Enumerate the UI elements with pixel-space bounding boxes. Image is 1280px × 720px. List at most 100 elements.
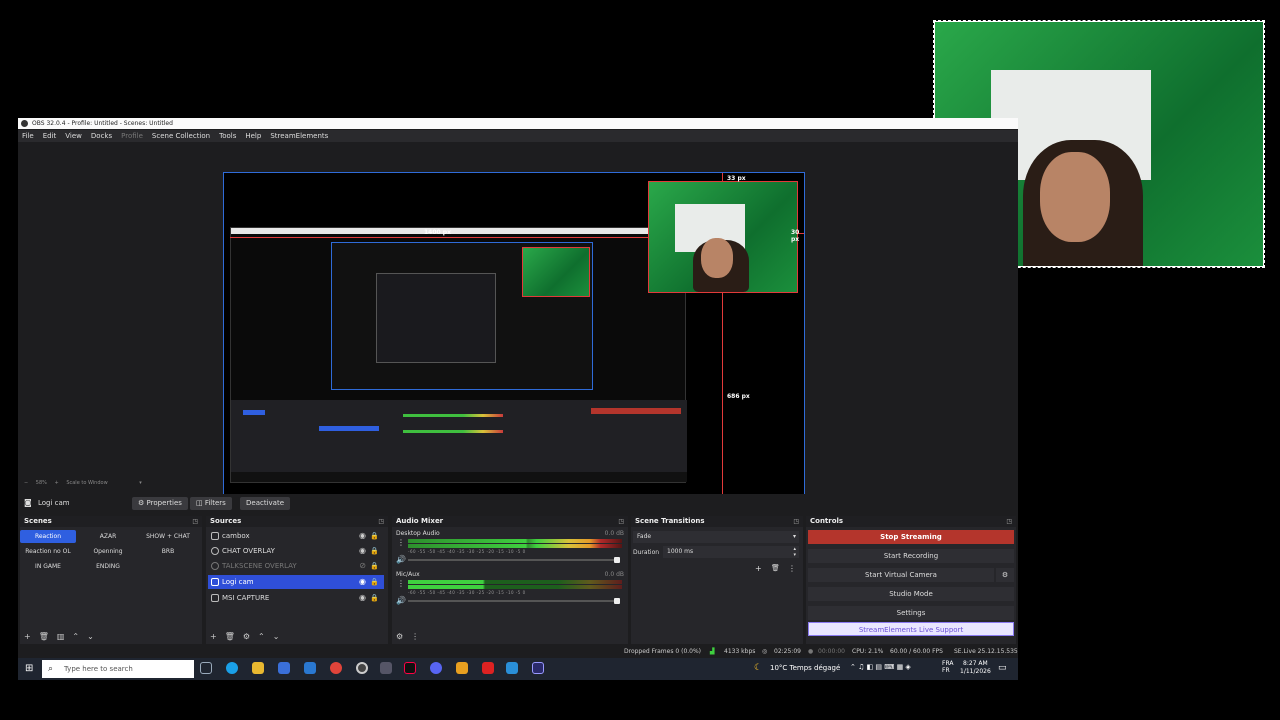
eye-hidden-icon[interactable]: ⊘ <box>359 559 366 573</box>
duration-input[interactable]: 1000 ms ▴ ▾ <box>663 546 799 558</box>
source-chat-overlay[interactable]: CHAT OVERLAY ◉ 🔒 <box>208 544 384 558</box>
scene-azar[interactable]: AZAR <box>80 530 136 543</box>
speaker-icon[interactable]: 🔊 <box>396 596 406 605</box>
filters-button[interactable]: ◫ Filters <box>190 497 232 510</box>
chrome-icon[interactable] <box>330 662 342 674</box>
lock-icon[interactable]: 🔒 <box>370 591 379 605</box>
scene-openning[interactable]: Openning <box>80 545 136 558</box>
file-explorer-icon[interactable] <box>252 662 264 674</box>
streamelements-support-button[interactable]: StreamElements Live Support <box>808 622 1014 636</box>
properties-button[interactable]: ⚙ Properties <box>132 497 188 510</box>
trash-icon[interactable]: 🗑 <box>225 632 235 641</box>
lock-icon[interactable]: 🔒 <box>370 575 379 589</box>
clock[interactable]: 8:27 AM 1/11/2026 <box>960 660 991 676</box>
trash-icon[interactable]: 🗑 <box>39 632 49 641</box>
menu-file[interactable]: File <box>22 130 34 142</box>
mail-icon[interactable] <box>304 662 316 674</box>
obs-icon[interactable] <box>356 662 368 674</box>
preview-canvas[interactable]: 1400 px 33 px 30 px 686 px <box>223 172 805 500</box>
logi-cam-source[interactable] <box>648 181 798 293</box>
taskbar-search[interactable]: ⌕ Type here to search <box>42 660 194 678</box>
gear-icon[interactable]: ⚙ <box>243 632 250 641</box>
app-icon[interactable] <box>380 662 392 674</box>
scene-in-game[interactable]: IN GAME <box>20 560 76 573</box>
eye-icon[interactable]: ◉ <box>359 591 366 605</box>
start-virtual-camera-button[interactable]: Start Virtual Camera <box>808 568 994 582</box>
mixer-settings-icon[interactable]: ⚙ <box>396 632 403 641</box>
remove-transition-icon[interactable]: 🗑 <box>771 564 780 572</box>
app-icon[interactable] <box>506 662 518 674</box>
scene-show-chat[interactable]: SHOW + CHAT <box>140 530 196 543</box>
menu-dots-icon[interactable]: ⋮ <box>411 632 419 641</box>
scene-reaction-no-ol[interactable]: Reaction no OL <box>20 545 76 558</box>
menu-profile[interactable]: Profile <box>121 130 143 142</box>
undock-icon[interactable]: ◳ <box>618 516 624 527</box>
tiktok-icon[interactable] <box>404 662 416 674</box>
speaker-icon[interactable]: 🔊 <box>396 555 406 564</box>
source-logi-cam[interactable]: Logi cam ◉ 🔒 <box>208 575 384 589</box>
add-icon[interactable]: + <box>210 632 217 641</box>
spinner-icon[interactable]: ▴ ▾ <box>793 546 796 558</box>
undock-icon[interactable]: ◳ <box>1006 516 1012 527</box>
start-recording-button[interactable]: Start Recording <box>808 549 1014 563</box>
menu-tools[interactable]: Tools <box>219 130 236 142</box>
after-effects-icon[interactable] <box>532 662 544 674</box>
menu-dots-icon[interactable]: ⋮ <box>397 538 405 547</box>
eye-icon[interactable]: ◉ <box>359 529 366 543</box>
undock-icon[interactable]: ◳ <box>192 516 198 527</box>
lang-indicator[interactable]: FRA FR <box>942 660 953 674</box>
stop-streaming-button[interactable]: Stop Streaming <box>808 530 1014 544</box>
menu-docks[interactable]: Docks <box>91 130 112 142</box>
undock-icon[interactable]: ◳ <box>793 516 799 527</box>
slider-knob[interactable] <box>614 598 620 604</box>
edge-icon[interactable] <box>226 662 238 674</box>
menu-view[interactable]: View <box>65 130 82 142</box>
down-icon[interactable]: ⌄ <box>273 632 280 641</box>
settings-button[interactable]: Settings <box>808 606 1014 620</box>
scene-ending[interactable]: ENDING <box>80 560 136 573</box>
zoom-in-icon[interactable]: + <box>55 480 59 486</box>
source-msi-capture[interactable]: MSI CAPTURE ◉ 🔒 <box>208 591 384 605</box>
menu-dots-icon[interactable]: ⋮ <box>788 564 796 573</box>
scale-to-window[interactable]: Scale to Window <box>66 480 107 486</box>
menu-edit[interactable]: Edit <box>43 130 57 142</box>
scale-dropdown-icon[interactable]: ▾ <box>139 480 142 486</box>
up-icon[interactable]: ⌃ <box>72 632 79 641</box>
lock-icon[interactable]: 🔒 <box>370 529 379 543</box>
task-view-icon[interactable] <box>200 662 212 674</box>
scene-brb[interactable]: BRB <box>140 545 196 558</box>
lock-icon[interactable]: 🔒 <box>370 544 379 558</box>
windows-start-icon[interactable]: ⊞ <box>25 663 33 674</box>
weather-text[interactable]: 10°C Temps dégagé <box>770 664 840 672</box>
add-transition-icon[interactable]: + <box>755 564 762 573</box>
down-icon[interactable]: ⌄ <box>87 632 94 641</box>
discord-icon[interactable] <box>430 662 442 674</box>
zoom-out-icon[interactable]: − <box>24 480 28 486</box>
app-icon[interactable] <box>456 662 468 674</box>
tray-icons[interactable]: ⌃ ♫ ◧ ▤ ⌨ ▦ ◈ <box>850 663 911 671</box>
transition-select[interactable]: Fade ▾ <box>633 531 799 543</box>
source-cambox[interactable]: cambox ◉ 🔒 <box>208 529 384 543</box>
filter-icon[interactable]: ▥ <box>57 632 65 641</box>
virtual-camera-settings-icon[interactable]: ⚙ <box>996 568 1014 582</box>
menu-dots-icon[interactable]: ⋮ <box>397 579 405 588</box>
scene-reaction[interactable]: Reaction <box>20 530 76 543</box>
eye-icon[interactable]: ◉ <box>359 575 366 589</box>
menu-streamelements[interactable]: StreamElements <box>270 130 328 142</box>
lock-icon[interactable]: 🔒 <box>370 559 379 573</box>
eye-icon[interactable]: ◉ <box>359 544 366 558</box>
app-icon[interactable] <box>482 662 494 674</box>
undock-icon[interactable]: ◳ <box>378 516 384 527</box>
add-icon[interactable]: + <box>24 632 31 641</box>
menu-help[interactable]: Help <box>245 130 261 142</box>
source-talkscene-overlay[interactable]: TALKSCENE OVERLAY ⊘ 🔒 <box>208 559 384 573</box>
slider-knob[interactable] <box>614 557 620 563</box>
desktop-audio-slider[interactable] <box>408 557 620 563</box>
notification-icon[interactable]: ▭ <box>998 663 1007 673</box>
mic-aux-slider[interactable] <box>408 598 620 604</box>
up-icon[interactable]: ⌃ <box>258 632 265 641</box>
store-icon[interactable] <box>278 662 290 674</box>
menu-scene-collection[interactable]: Scene Collection <box>152 130 210 142</box>
studio-mode-button[interactable]: Studio Mode <box>808 587 1014 601</box>
deactivate-button[interactable]: Deactivate <box>240 497 291 510</box>
